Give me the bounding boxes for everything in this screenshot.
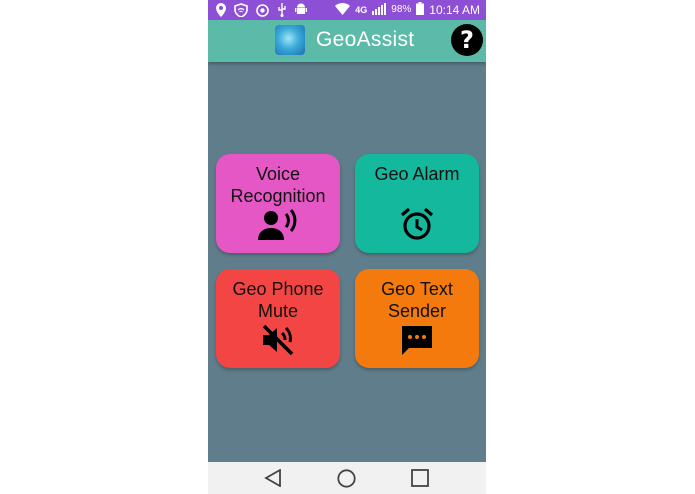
browser-icon (256, 3, 269, 17)
message-icon (355, 324, 479, 356)
usb-icon (277, 3, 287, 17)
back-icon[interactable] (264, 468, 282, 492)
navigation-bar (208, 462, 486, 494)
voice-recognition-tile[interactable]: Voice Recognition (216, 154, 340, 253)
app-logo-icon (275, 25, 305, 55)
volume-off-icon (216, 324, 340, 356)
geo-text-sender-tile[interactable]: Geo Text Sender (355, 269, 479, 368)
tile-label: Geo Phone Mute (232, 279, 324, 321)
app-title: GeoAssist (316, 28, 415, 51)
recents-icon[interactable] (411, 469, 429, 492)
signal-icon (372, 2, 387, 18)
geo-alarm-tile[interactable]: Geo Alarm (355, 154, 479, 253)
geo-phone-mute-tile[interactable]: Geo Phone Mute (216, 269, 340, 368)
status-right: 4G 98% 10:14 AM (335, 2, 480, 18)
phone-screen: 4G 98% 10:14 AM GeoAssist ? Voice Recogn… (208, 0, 486, 494)
tile-label: Geo Text Sender (381, 279, 453, 321)
home-icon[interactable] (337, 469, 356, 493)
tile-label: Geo Alarm (374, 164, 460, 184)
voice-person-icon (216, 209, 340, 241)
wifi-icon (335, 2, 351, 18)
tile-label: Voice Recognition (230, 164, 326, 206)
app-bar: GeoAssist ? (208, 20, 486, 62)
status-bar: 4G 98% 10:14 AM (208, 0, 486, 20)
location-icon (216, 3, 226, 17)
battery-icon (416, 2, 425, 18)
network-type: 4G (355, 5, 368, 15)
clock: 10:14 AM (429, 3, 480, 17)
notification-icons (216, 3, 307, 17)
wifi-shield-icon (234, 3, 248, 17)
alarm-clock-icon (355, 207, 479, 241)
android-icon (295, 3, 307, 17)
battery-percent: 98% (391, 4, 412, 15)
help-button[interactable]: ? (451, 24, 483, 56)
